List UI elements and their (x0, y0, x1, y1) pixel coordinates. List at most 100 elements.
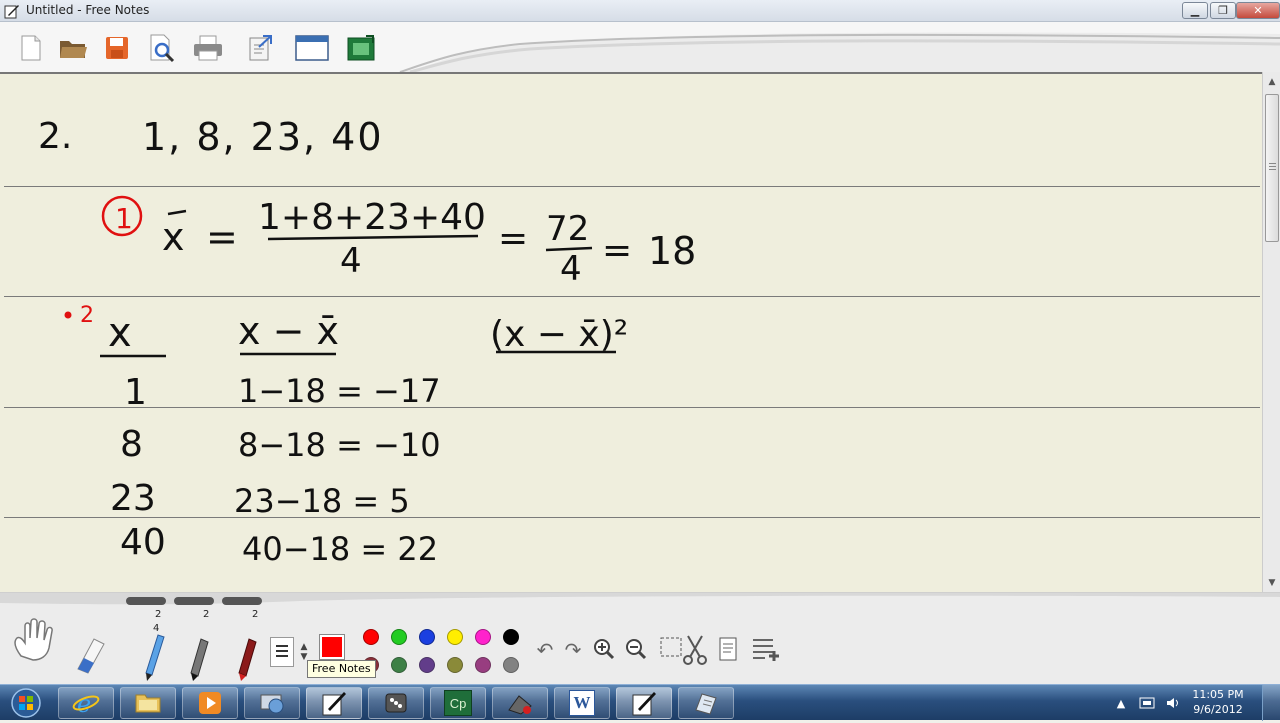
notes-page[interactable]: 2. 1, 8, 23, 40 1 x = 1+8+23+40 4 = 72 4… (0, 72, 1262, 592)
print-icon[interactable] (191, 32, 225, 64)
clock-date: 9/6/2012 (1193, 703, 1243, 716)
scroll-up-arrow-icon[interactable]: ▲ (1266, 76, 1278, 88)
color-black[interactable] (503, 629, 519, 645)
step2-dot (64, 311, 72, 319)
minimize-button[interactable]: ▁ (1182, 2, 1208, 19)
word-label: W (569, 690, 595, 716)
free-notes-icon[interactable] (306, 687, 362, 719)
color-red[interactable] (363, 629, 379, 645)
system-clock[interactable]: 11:05 PM 9/6/2012 (1186, 687, 1250, 717)
svg-text:4: 4 (560, 249, 582, 289)
color-olive[interactable] (447, 657, 463, 673)
color-magenta[interactable] (475, 629, 491, 645)
media-player-icon[interactable] (182, 687, 238, 719)
pen-slot-2[interactable] (174, 597, 214, 605)
mean-formula: x = 1+8+23+40 4 = 72 4 = 18 (162, 197, 696, 289)
row2-diff: 8−18 = −10 (238, 426, 441, 464)
insert-lines-icon[interactable] (750, 635, 782, 665)
eraser-icon[interactable] (70, 633, 110, 677)
show-desktop-button[interactable] (1262, 685, 1280, 721)
export-icon[interactable] (243, 32, 277, 64)
svg-text:=: = (498, 218, 528, 259)
marker-gray-icon[interactable] (182, 633, 212, 681)
action-center-flag-icon[interactable] (1136, 685, 1158, 721)
row1-x: 1 (124, 372, 147, 413)
svg-text:18: 18 (648, 229, 696, 273)
svg-text:72: 72 (546, 209, 589, 249)
svg-text:=: = (602, 230, 632, 271)
print-preview-icon[interactable] (145, 32, 179, 64)
pen-slot-1[interactable] (126, 597, 166, 605)
color-dark-green[interactable] (391, 657, 407, 673)
current-color-swatch[interactable] (319, 634, 345, 660)
data-list: 1, 8, 23, 40 (142, 115, 384, 159)
row1-diff: 1−18 = −17 (238, 372, 441, 410)
pen-count-2: 2 (203, 609, 210, 620)
svg-text:e: e (77, 690, 91, 717)
new-document-icon[interactable] (14, 32, 48, 64)
header-deviation: x − x̄ (238, 309, 339, 353)
capture-icon[interactable] (344, 32, 378, 64)
redo-icon[interactable]: ↷ (562, 638, 584, 662)
pen-slot-3[interactable] (222, 597, 262, 605)
marker-red-icon[interactable] (230, 633, 260, 681)
color-plum[interactable] (475, 657, 491, 673)
line-width-icon[interactable] (270, 637, 294, 667)
color-blue[interactable] (419, 629, 435, 645)
paste-page-icon[interactable] (716, 635, 742, 665)
header-squared-deviation: (x − x̄)² (490, 314, 628, 355)
close-button[interactable]: ✕ (1236, 2, 1280, 19)
step2-marker: 2 (80, 303, 94, 328)
zoom-out-icon[interactable] (624, 637, 648, 661)
notes-app-icon[interactable] (678, 687, 734, 719)
svg-text:1+8+23+40: 1+8+23+40 (258, 197, 486, 238)
svg-text:=: = (206, 215, 238, 259)
svg-text:4: 4 (340, 241, 362, 281)
tooltip: Free Notes (307, 660, 376, 678)
row3-diff: 23−18 = 5 (234, 482, 410, 520)
step1-marker: 1 (115, 202, 133, 235)
maximize-button[interactable]: ❐ (1210, 2, 1236, 19)
network-tool-icon[interactable] (244, 687, 300, 719)
color-gray[interactable] (503, 657, 519, 673)
row4-x: 40 (120, 522, 166, 563)
dice-app-icon[interactable] (368, 687, 424, 719)
main-toolbar (0, 22, 1280, 72)
word-icon[interactable]: W (554, 687, 610, 719)
explorer-folder-icon[interactable] (120, 687, 176, 719)
cut-scissors-icon[interactable] (680, 633, 710, 667)
clock-time: 11:05 PM (1192, 688, 1244, 701)
save-icon[interactable] (100, 32, 134, 64)
undo-icon[interactable]: ↶ (534, 638, 556, 662)
pen-app-icon[interactable] (616, 687, 672, 719)
pen-tray: 2 2 2 4 ▲ ▼ ↶ ↷ (0, 592, 1280, 684)
open-folder-icon[interactable] (56, 32, 90, 64)
captivate-icon[interactable]: Cp (430, 687, 486, 719)
show-hidden-icons-icon[interactable]: ▲ (1112, 685, 1130, 721)
color-green[interactable] (391, 629, 407, 645)
header-x: x (108, 310, 132, 356)
scroll-down-arrow-icon[interactable]: ▼ (1266, 577, 1278, 589)
color-yellow[interactable] (447, 629, 463, 645)
window-icon[interactable] (295, 32, 329, 64)
start-button[interactable] (4, 687, 48, 719)
color-dark-purple[interactable] (419, 657, 435, 673)
vertical-scrollbar[interactable]: ▲ ▼ (1262, 72, 1280, 592)
row2-x: 8 (120, 424, 143, 465)
hand-pan-icon[interactable] (8, 615, 62, 665)
pen-blue-icon[interactable] (134, 629, 168, 681)
title-bar: Untitled - Free Notes ▁ ❐ ✕ (0, 0, 1280, 22)
recorder-icon[interactable] (492, 687, 548, 719)
captivate-label: Cp (444, 690, 472, 716)
free-notes-app-icon (4, 5, 19, 19)
volume-icon[interactable] (1162, 685, 1184, 721)
window-title: Untitled - Free Notes (26, 3, 150, 17)
problem-number: 2. (38, 116, 72, 157)
zoom-in-icon[interactable] (592, 637, 616, 661)
scroll-thumb[interactable] (1265, 94, 1279, 242)
pen-count-1: 2 (155, 609, 162, 620)
handwriting-layer: 2. 1, 8, 23, 40 1 x = 1+8+23+40 4 = 72 4… (38, 115, 696, 568)
internet-explorer-icon[interactable]: e (58, 687, 114, 719)
row4-diff: 40−18 = 22 (242, 530, 438, 568)
taskbar: e Cp W ▲ 11:05 PM 9/6/2012 (0, 684, 1280, 721)
